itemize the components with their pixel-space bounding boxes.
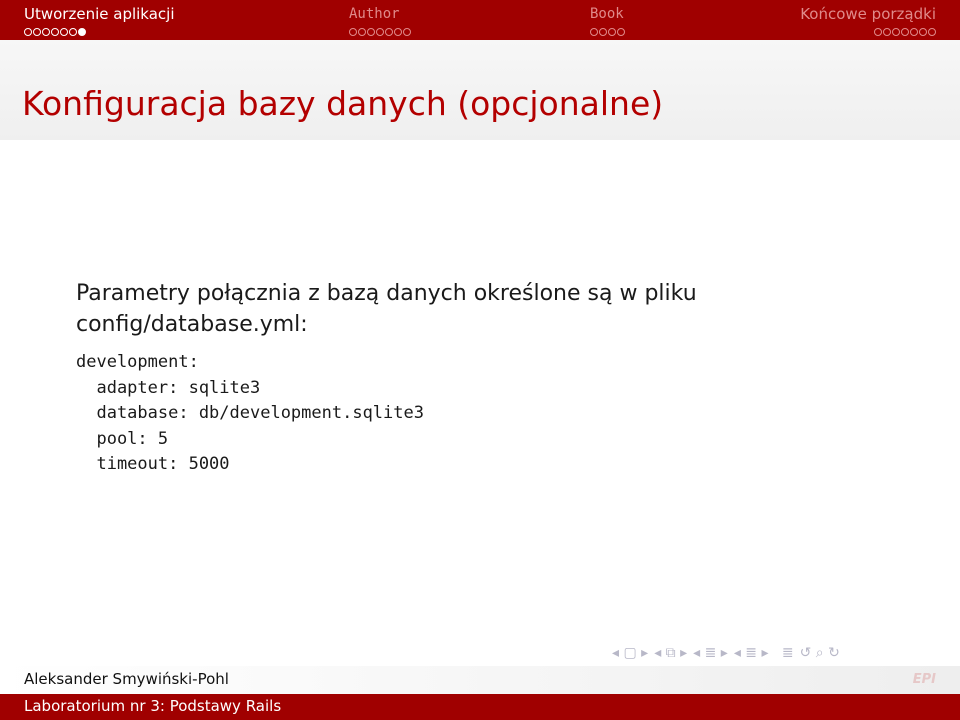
code-line: timeout: 5000 (76, 454, 230, 474)
nav-frame-dot-icon[interactable] (874, 28, 882, 36)
frame-title: Konfiguracja bazy danych (opcjonalne) (22, 84, 664, 123)
nav-frame-dot-icon[interactable] (78, 28, 86, 36)
nav-dots (696, 26, 936, 38)
nav-frame-dot-icon[interactable] (69, 28, 77, 36)
paragraph-line: config/database.yml: (76, 312, 308, 337)
nav-frame-dot-icon[interactable] (599, 28, 607, 36)
beamer-navigation-symbols: ◂ ▢ ▸ ◂ ⧉ ▸ ◂ ≣ ▸ ◂ ≣ ▸ ≣ ↺ ⌕ ↻ (612, 642, 952, 664)
nav-search-icon[interactable]: ↺ ⌕ ↻ (800, 645, 840, 661)
code-line: adapter: sqlite3 (76, 377, 261, 398)
nav-frame-dot-icon[interactable] (60, 28, 68, 36)
nav-subsection-icon[interactable]: ◂ ⧉ ▸ (654, 645, 687, 661)
nav-frame-dot-icon[interactable] (33, 28, 41, 36)
nav-frame-dot-icon[interactable] (910, 28, 918, 36)
nav-frame-dot-icon[interactable] (358, 28, 366, 36)
nav-frame-dot-icon[interactable] (24, 28, 32, 36)
nav-section-label[interactable]: Utworzenie aplikacji (24, 4, 264, 24)
nav-frame-dot-icon[interactable] (608, 28, 616, 36)
institute-logo: EPI (912, 672, 936, 687)
nav-frame-dot-icon[interactable] (901, 28, 909, 36)
nav-frame-dot-icon[interactable] (42, 28, 50, 36)
nav-frame-dot-icon[interactable] (928, 28, 936, 36)
footer-author-bar: Aleksander Smywiński-Pohl (0, 666, 960, 694)
footer-course-bar: Laboratorium nr 3: Podstawy Rails (0, 694, 960, 720)
navigation-bar: Utworzenie aplikacji Author Book Końcowe… (0, 0, 960, 40)
code-line: development: (76, 352, 199, 372)
nav-dots (349, 26, 589, 38)
nav-frame-dot-icon[interactable] (367, 28, 375, 36)
course-title: Laboratorium nr 3: Podstawy Rails (24, 697, 282, 715)
nav-section-label[interactable]: Author (349, 4, 589, 24)
author-name: Aleksander Smywiński-Pohl (24, 670, 229, 688)
nav-frame-dot-icon[interactable] (51, 28, 59, 36)
nav-frame-dot-icon[interactable] (883, 28, 891, 36)
nav-frame-dot-icon[interactable] (892, 28, 900, 36)
nav-frame-dot-icon[interactable] (349, 28, 357, 36)
nav-frame-dot-icon[interactable] (403, 28, 411, 36)
nav-section-koncowe[interactable]: Końcowe porządki (696, 4, 936, 38)
nav-frame-dot-icon[interactable] (919, 28, 927, 36)
nav-frame-dot-icon[interactable] (617, 28, 625, 36)
nav-section-label[interactable]: Końcowe porządki (696, 4, 936, 24)
nav-frame-dot-icon[interactable] (376, 28, 384, 36)
nav-frame-dot-icon[interactable] (394, 28, 402, 36)
nav-section-author[interactable]: Author (349, 4, 589, 38)
nav-doc-icon[interactable]: ◂ ≣ ▸ ≣ (734, 645, 794, 661)
nav-dots (24, 26, 264, 38)
paragraph-line: Parametry połącznia z bazą danych określ… (76, 281, 697, 306)
nav-section-icon[interactable]: ◂ ≣ ▸ (693, 645, 728, 661)
code-line: database: db/development.sqlite3 (76, 403, 424, 423)
nav-section-utworzenie[interactable]: Utworzenie aplikacji (24, 4, 264, 38)
nav-frame-dot-icon[interactable] (385, 28, 393, 36)
code-line: pool: 5 (76, 428, 169, 449)
nav-frame-dot-icon[interactable] (590, 28, 598, 36)
code-block: development: adapter: sqlite3 database: … (76, 350, 876, 478)
nav-frame-icon[interactable]: ◂ ▢ ▸ (612, 645, 648, 661)
slide-content: Parametry połącznia z bazą danych określ… (76, 278, 876, 478)
